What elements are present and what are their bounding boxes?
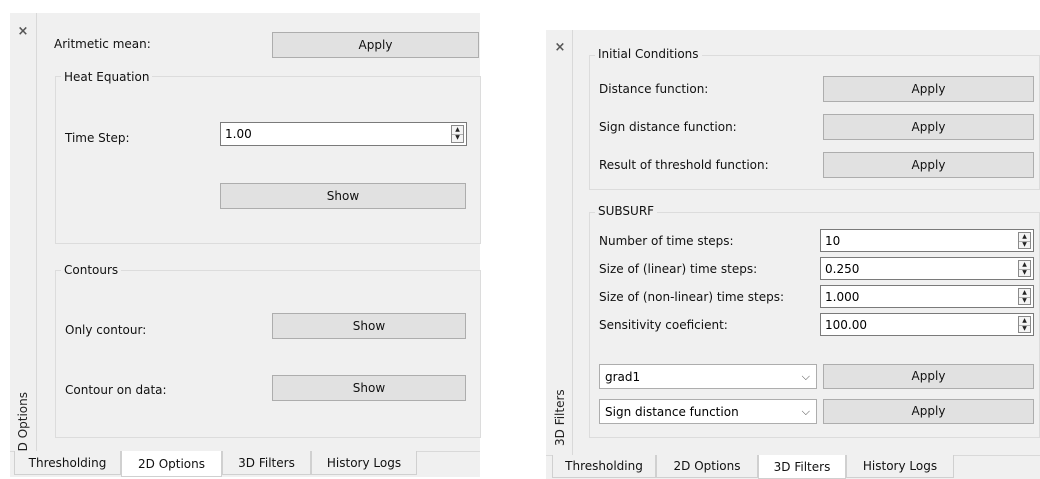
spin-arrows[interactable]: ▲ ▼ (1018, 260, 1031, 277)
sensitivity-coeficient-spinbox[interactable]: 100.00 ▲ ▼ (820, 313, 1034, 336)
spin-arrows[interactable]: ▲ ▼ (1018, 316, 1031, 333)
only-contour-label: Only contour: (65, 323, 147, 337)
linear-time-step-size-label: Size of (linear) time steps: (599, 262, 758, 276)
tab-thresholding[interactable]: Thresholding (14, 451, 121, 475)
threshold-result-label: Result of threshold function: (599, 158, 769, 172)
chevron-down-icon: ⌵ (801, 369, 810, 383)
close-icon[interactable]: × (16, 25, 30, 39)
sensitivity-coeficient-label: Sensitivity coeficient: (599, 318, 728, 332)
distance-function-apply-button[interactable]: Apply (823, 76, 1034, 102)
spin-down-icon[interactable]: ▼ (1019, 269, 1030, 277)
tab-thresholding[interactable]: Thresholding (552, 455, 656, 478)
function-select[interactable]: Sign distance function ⌵ (599, 399, 817, 424)
threshold-result-apply-button[interactable]: Apply (823, 152, 1034, 178)
nonlinear-time-step-size-label: Size of (non-linear) time steps: (599, 290, 785, 304)
heat-equation-group (55, 76, 481, 244)
number-of-time-steps-value: 10 (825, 233, 841, 248)
contours-group (55, 270, 481, 438)
chevron-down-icon: ⌵ (801, 404, 810, 418)
sensitivity-coeficient-value: 100.00 (825, 317, 867, 332)
contour-on-data-label: Contour on data: (65, 383, 167, 397)
right-dock-strip: × 3D Filters (546, 30, 573, 455)
spin-arrows[interactable]: ▲ ▼ (451, 125, 464, 143)
dock-title: 3D Filters (553, 389, 567, 446)
tab-2d-options[interactable]: 2D Options (656, 455, 758, 478)
nonlinear-time-step-size-spinbox[interactable]: 1.000 ▲ ▼ (820, 285, 1034, 308)
spin-down-icon[interactable]: ▼ (1019, 325, 1030, 333)
linear-time-step-size-value: 0.250 (825, 261, 860, 276)
function-apply-button[interactable]: Apply (823, 399, 1034, 424)
gradient-apply-button[interactable]: Apply (823, 364, 1034, 389)
spin-arrows[interactable]: ▲ ▼ (1018, 288, 1031, 305)
contours-title: Contours (61, 263, 122, 277)
contour-on-data-show-button[interactable]: Show (272, 375, 466, 401)
spin-down-icon[interactable]: ▼ (452, 134, 463, 142)
left-dock-strip: × 2D Options (10, 13, 37, 459)
time-step-label: Time Step: (65, 131, 130, 145)
initial-conditions-title: Initial Conditions (595, 47, 702, 61)
time-step-value: 1.00 (225, 127, 252, 141)
gradient-select-value: grad1 (605, 369, 641, 384)
distance-function-label: Distance function: (599, 82, 709, 96)
only-contour-show-button[interactable]: Show (272, 313, 466, 339)
dock-title: 2D Options (16, 392, 30, 459)
tab-3d-filters[interactable]: 3D Filters (222, 451, 311, 475)
gradient-select[interactable]: grad1 ⌵ (599, 364, 817, 389)
aritmetic-mean-label: Aritmetic mean: (54, 37, 151, 51)
number-of-time-steps-label: Number of time steps: (599, 234, 734, 248)
sign-distance-function-label: Sign distance function: (599, 120, 737, 134)
subsurf-title: SUBSURF (595, 204, 658, 218)
spin-down-icon[interactable]: ▼ (1019, 241, 1030, 249)
aritmetic-mean-apply-button[interactable]: Apply (272, 32, 479, 58)
spin-down-icon[interactable]: ▼ (1019, 297, 1030, 305)
heat-equation-show-button[interactable]: Show (220, 183, 466, 209)
function-select-value: Sign distance function (605, 404, 739, 419)
heat-equation-title: Heat Equation (61, 70, 153, 84)
close-icon[interactable]: × (553, 41, 567, 55)
linear-time-step-size-spinbox[interactable]: 0.250 ▲ ▼ (820, 257, 1034, 280)
spin-arrows[interactable]: ▲ ▼ (1018, 232, 1031, 249)
tab-3d-filters[interactable]: 3D Filters (758, 455, 846, 479)
tab-history-logs[interactable]: History Logs (311, 451, 417, 475)
number-of-time-steps-spinbox[interactable]: 10 ▲ ▼ (820, 229, 1034, 252)
time-step-spinbox[interactable]: 1.00 ▲ ▼ (220, 122, 467, 146)
tab-2d-options[interactable]: 2D Options (121, 451, 222, 477)
tab-history-logs[interactable]: History Logs (846, 455, 954, 478)
nonlinear-time-step-size-value: 1.000 (825, 289, 860, 304)
sign-distance-function-apply-button[interactable]: Apply (823, 114, 1034, 140)
